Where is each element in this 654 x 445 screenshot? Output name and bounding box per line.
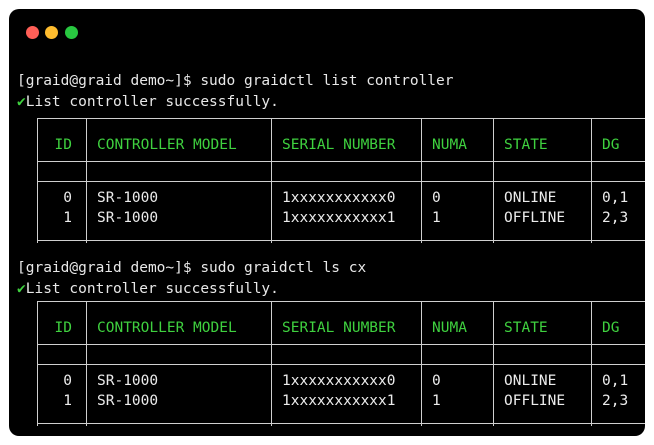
table-cell: 0,1 (602, 190, 629, 206)
table-header-cell: ID (54, 137, 72, 153)
maximize-window-button[interactable] (65, 26, 78, 39)
controller-table: ID CONTROLLER MODEL SERIAL NUMBER NUMA STATE… (17, 118, 645, 243)
checkmark-icon: ✔ (17, 281, 26, 297)
table-header-cell: DG (602, 320, 620, 336)
table-border-vertical (271, 301, 272, 426)
table-cell: SR-1000 (97, 373, 159, 389)
table-cell: 1 (63, 210, 72, 226)
table-cell: 2,3 (602, 393, 629, 409)
table-cell: SR-1000 (97, 393, 159, 409)
table-border-horizontal (37, 118, 645, 119)
table-cell: 0 (63, 190, 72, 206)
table-border-horizontal (37, 161, 645, 162)
terminal-window: [graid@graid demo~]$ sudo graidctl list … (9, 9, 645, 436)
command-line: [graid@graid demo~]$ sudo graidctl ls cx (17, 258, 366, 278)
table-cell: OFFLINE (504, 393, 566, 409)
table-cell: OFFLINE (504, 210, 566, 226)
table-header-cell: DG (602, 137, 620, 153)
table-border-horizontal (37, 344, 645, 345)
table-cell: 1xxxxxxxxxxx1 (282, 393, 396, 409)
table-cell: 0 (432, 373, 441, 389)
command-text: [graid@graid demo~]$ sudo graidctl list … (17, 73, 454, 89)
table-cell: 2,3 (602, 210, 629, 226)
title-bar (9, 9, 645, 53)
table-border-vertical (421, 301, 422, 426)
close-window-button[interactable] (26, 26, 39, 39)
table-cell: SR-1000 (97, 190, 159, 206)
table-cell: 1 (432, 210, 441, 226)
status-line: ✔List controller successfully. (17, 92, 279, 112)
table-border-vertical (421, 118, 422, 243)
table-cell: ONLINE (504, 190, 557, 206)
terminal-output[interactable]: [graid@graid demo~]$ sudo graidctl list … (17, 71, 645, 426)
table-border-vertical (86, 118, 87, 243)
table-cell: 1 (432, 393, 441, 409)
table-border-vertical (493, 301, 494, 426)
table-border-horizontal (37, 423, 645, 424)
table-cell: 1xxxxxxxxxxx0 (282, 190, 396, 206)
table-header-cell: STATE (504, 137, 548, 153)
table-border-vertical (591, 301, 592, 426)
table-border-vertical (271, 118, 272, 243)
table-header-cell: NUMA (432, 137, 467, 153)
table-border-horizontal (37, 301, 645, 302)
command-line: [graid@graid demo~]$ sudo graidctl list … (17, 71, 454, 91)
table-cell: 0 (63, 373, 72, 389)
table-header-cell: CONTROLLER MODEL (97, 137, 237, 153)
table-cell: SR-1000 (97, 210, 159, 226)
table-header-cell: ID (54, 320, 72, 336)
table-border-horizontal (37, 364, 645, 365)
status-text: List controller successfully. (25, 94, 279, 110)
table-cell: 1xxxxxxxxxxx0 (282, 373, 396, 389)
table-cell: 0 (432, 190, 441, 206)
status-text: List controller successfully. (25, 281, 279, 297)
table-header-cell: SERIAL NUMBER (282, 137, 396, 153)
table-cell: ONLINE (504, 373, 557, 389)
table-header-cell: SERIAL NUMBER (282, 320, 396, 336)
controller-table: ID CONTROLLER MODEL SERIAL NUMBER NUMA STATE… (17, 301, 645, 426)
table-header-cell: STATE (504, 320, 548, 336)
table-cell: 1xxxxxxxxxxx1 (282, 210, 396, 226)
table-header-cell: CONTROLLER MODEL (97, 320, 237, 336)
checkmark-icon: ✔ (17, 94, 26, 110)
table-border-vertical (86, 301, 87, 426)
table-border-horizontal (37, 240, 645, 241)
table-header-cell: NUMA (432, 320, 467, 336)
table-cell: 1 (63, 393, 72, 409)
minimize-window-button[interactable] (45, 26, 58, 39)
table-border-vertical (591, 118, 592, 243)
table-border-vertical (493, 118, 494, 243)
table-border-horizontal (37, 181, 645, 182)
status-line: ✔List controller successfully. (17, 279, 279, 299)
table-cell: 0,1 (602, 373, 629, 389)
command-text: [graid@graid demo~]$ sudo graidctl ls cx (17, 260, 367, 276)
